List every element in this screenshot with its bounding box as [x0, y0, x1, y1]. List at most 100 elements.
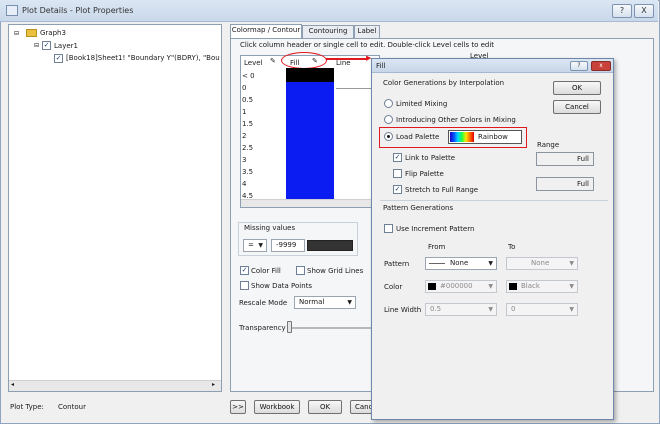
from-header: From: [428, 243, 446, 251]
level-cell[interactable]: 3: [242, 156, 246, 164]
color-from-swatch: [428, 283, 436, 290]
fill-help-button[interactable]: ?: [570, 61, 588, 71]
to-header: To: [508, 243, 516, 251]
pencil-icon: ✎: [270, 57, 276, 65]
limited-mixing-label: Limited Mixing: [396, 100, 448, 108]
rescale-select[interactable]: Normal ▼: [294, 296, 356, 309]
section-divider: [380, 200, 608, 201]
plot-type-value: Contour: [58, 403, 86, 411]
lw-from-value: 0.5: [430, 305, 442, 313]
missing-color-swatch[interactable]: [307, 240, 353, 251]
plot-type-label: Plot Type:: [10, 403, 44, 411]
chevron-down-icon: ▼: [258, 242, 263, 249]
use-increment-checkbox[interactable]: [384, 224, 393, 233]
flip-palette-label: Flip Palette: [405, 170, 444, 178]
fill-swatch-black[interactable]: [286, 68, 334, 82]
stretch-range-label: Stretch to Full Range: [405, 186, 479, 194]
color-fill-checkbox[interactable]: ✓: [240, 266, 249, 275]
fill-swatch-blue[interactable]: [286, 82, 334, 200]
show-points-label: Show Data Points: [251, 282, 313, 290]
tree-plot[interactable]: [Book18]Sheet1! "Boundary Y"(BDRY), "Bou…: [66, 54, 220, 62]
scroll-right-icon[interactable]: ▸: [212, 381, 215, 388]
range-full-field-1[interactable]: Full: [536, 152, 594, 166]
rescale-label: Rescale Mode: [239, 299, 288, 307]
level-cell[interactable]: 2.5: [242, 144, 253, 152]
show-points-checkbox[interactable]: [240, 281, 249, 290]
level-cell[interactable]: 4: [242, 180, 246, 188]
level-cell[interactable]: 1.5: [242, 120, 253, 128]
color-to-swatch: [509, 283, 517, 290]
lw-from-select[interactable]: 0.5 ▼: [425, 303, 497, 316]
tab-label[interactable]: Label: [354, 25, 380, 38]
close-button[interactable]: X: [634, 4, 654, 18]
limited-mixing-radio[interactable]: [384, 99, 393, 108]
lw-to-value: 0: [511, 305, 516, 313]
chevron-down-icon: ▼: [488, 260, 493, 267]
tree-scrollbar[interactable]: [9, 380, 221, 391]
missing-op-select[interactable]: = ▼: [243, 239, 267, 252]
fill-column-highlight: [281, 52, 327, 69]
color-to-value: Black: [521, 282, 540, 290]
plot-checkbox[interactable]: ✓: [54, 54, 63, 63]
pattern-from-value: None: [450, 259, 469, 267]
chevron-down-icon: ▼: [488, 283, 493, 290]
lw-to-select[interactable]: 0 ▼: [506, 303, 578, 316]
color-fill-label: Color Fill: [251, 267, 281, 275]
rainbow-palette-swatch: [450, 132, 474, 142]
ok-button[interactable]: OK: [308, 400, 342, 414]
range-full-field-2[interactable]: Full: [536, 177, 594, 191]
missing-value-input[interactable]: -9999: [271, 239, 305, 252]
link-palette-checkbox[interactable]: ✓: [393, 153, 402, 162]
use-increment-label: Use Increment Pattern: [396, 225, 475, 233]
show-grid-checkbox[interactable]: [296, 266, 305, 275]
level-cell[interactable]: 0: [242, 84, 246, 92]
flip-palette-checkbox[interactable]: [393, 169, 402, 178]
color-label: Color: [384, 283, 403, 291]
level-cell[interactable]: 2: [242, 132, 246, 140]
pattern-to-select[interactable]: None ▼: [506, 257, 578, 270]
transparency-slider-handle[interactable]: [287, 321, 292, 333]
intro-colors-label: Introducing Other Colors in Mixing: [396, 116, 516, 124]
expand-icon[interactable]: ⊟: [14, 30, 19, 37]
chevron-down-icon: ▼: [347, 299, 352, 306]
transparency-label: Transparency: [239, 324, 286, 332]
plot-tree-panel: [8, 24, 222, 392]
palette-name: Rainbow: [478, 133, 508, 141]
level-cell[interactable]: 0.5: [242, 96, 253, 104]
fill-close-button[interactable]: x: [591, 61, 611, 71]
fill-cancel-button[interactable]: Cancel: [553, 100, 601, 114]
expand-button[interactable]: >>: [230, 400, 246, 414]
window-title: Plot Details - Plot Properties: [22, 6, 134, 15]
link-palette-label: Link to Palette: [405, 154, 456, 162]
chevron-down-icon: ▼: [569, 283, 574, 290]
missing-op-value: =: [248, 241, 254, 249]
help-button[interactable]: ?: [612, 4, 632, 18]
pattern-to-value: None: [531, 259, 550, 267]
col-line[interactable]: Line: [336, 59, 351, 67]
range-label: Range: [537, 141, 560, 149]
color-from-value: #000000: [440, 282, 473, 290]
callout-arrow-line: [326, 58, 368, 60]
level-cell[interactable]: 1: [242, 108, 246, 116]
tab-colormap[interactable]: Colormap / Contour: [230, 24, 302, 38]
col-level[interactable]: Level: [244, 59, 262, 67]
load-palette-radio[interactable]: [384, 132, 393, 141]
grid-scrollbar[interactable]: [241, 199, 379, 207]
expand-icon[interactable]: ⊟: [34, 42, 39, 49]
intro-colors-radio[interactable]: [384, 115, 393, 124]
scroll-left-icon[interactable]: ◂: [11, 381, 14, 388]
transparency-track[interactable]: [290, 327, 372, 329]
tree-graph[interactable]: Graph3: [40, 29, 66, 37]
fill-dialog-title: Fill: [376, 62, 386, 70]
tab-contouring-info[interactable]: Contouring Info: [302, 25, 354, 46]
level-cell[interactable]: 3.5: [242, 168, 253, 176]
stretch-range-checkbox[interactable]: ✓: [393, 185, 402, 194]
folder-icon: [26, 29, 37, 37]
tree-layer[interactable]: Layer1: [54, 42, 78, 50]
layer-checkbox[interactable]: ✓: [42, 41, 51, 50]
level-cell[interactable]: < 0: [242, 72, 255, 80]
workbook-button[interactable]: Workbook: [254, 400, 300, 414]
chevron-down-icon: ▼: [569, 306, 574, 313]
line-width-label: Line Width: [384, 306, 422, 314]
fill-ok-button[interactable]: OK: [553, 81, 601, 95]
